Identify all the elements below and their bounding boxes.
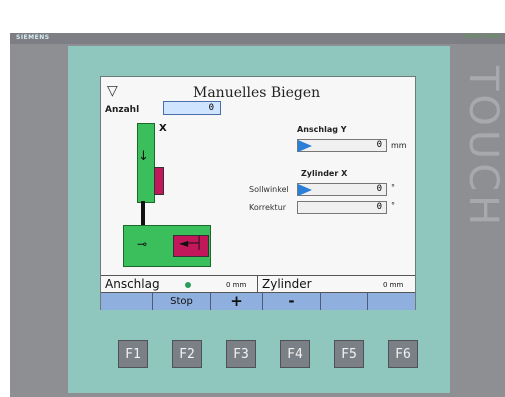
f1-key[interactable]: F1 [118,340,148,368]
zylinder-status: Zylinder 0 mm [258,276,415,293]
tool-logo-icon: ▽ [107,83,118,99]
status-indicator-icon [185,282,191,288]
sollwinkel-label: Sollwinkel [249,185,289,194]
anschlag-y-label: Anschlag Y [297,125,347,134]
brand-bar: SIEMENS SIMATIC PANEL [10,33,505,44]
f3-key[interactable]: F3 [226,340,256,368]
stop-stem [141,201,145,225]
stop-button[interactable]: Stop [153,293,211,310]
softkey-6[interactable] [368,293,415,310]
korrektur-label: Korrektur [249,203,287,212]
operator-panel: ▽ Manuelles Biegen Anzahl 0 ↓ X ⊸ ◄─┤ An… [68,46,450,393]
anzahl-field[interactable]: 0 [163,101,221,115]
zylinder-x-label: Zylinder X [301,169,348,178]
softkey-1[interactable] [101,293,153,310]
anschlag-y-value: 0 [376,140,382,150]
bending-diagram: ↓ X ⊸ ◄─┤ [109,115,249,275]
anschlag-status-value: 0 mm [226,281,247,289]
position-pointer-icon [298,140,312,152]
key-icon: ⊸ [137,237,148,251]
f4-key[interactable]: F4 [280,340,310,368]
sollwinkel-value: 0 [376,184,382,194]
anschlag-status: Anschlag 0 mm [101,276,258,293]
arrow-down-icon: ↓ [138,149,149,164]
hmi-screen: ▽ Manuelles Biegen Anzahl 0 ↓ X ⊸ ◄─┤ An… [100,76,416,310]
product-label: SIMATIC PANEL [463,34,501,40]
anschlag-status-label: Anschlag [105,277,160,291]
plus-button[interactable]: + [211,293,263,310]
anschlag-y-unit: mm [391,141,407,150]
anzahl-label: Anzahl [105,105,140,115]
sollwinkel-unit: ° [391,183,395,192]
f5-key[interactable]: F5 [334,340,364,368]
anschlag-y-field[interactable]: 0 [297,139,387,152]
function-key-row: F1 F2 F3 F4 F5 F6 [108,340,428,370]
axis-x-label: X [159,123,167,134]
f2-key[interactable]: F2 [172,340,202,368]
softkey-bar: Stop + - [101,292,415,310]
korrektur-field[interactable]: 0 [297,201,387,214]
zylinder-status-label: Zylinder [262,277,312,291]
device-bezel: SIEMENS SIMATIC PANEL TOUCH ▽ Manuelles … [10,33,505,397]
korrektur-unit: ° [391,201,395,210]
angle-pointer-icon [298,184,312,196]
minus-button[interactable]: - [263,293,321,310]
sollwinkel-field[interactable]: 0 [297,183,387,196]
status-bar: Anschlag 0 mm Zylinder 0 mm [101,275,415,293]
arrow-left-icon: ◄─┤ [179,236,203,250]
brand-logo: SIEMENS [16,34,50,41]
stop-block [154,167,164,195]
f6-key[interactable]: F6 [388,340,418,368]
korrektur-value: 0 [376,202,382,212]
softkey-5[interactable] [321,293,368,310]
zylinder-status-value: 0 mm [383,281,404,289]
page-title: Manuelles Biegen [193,85,321,101]
touch-label: TOUCH [460,66,505,230]
